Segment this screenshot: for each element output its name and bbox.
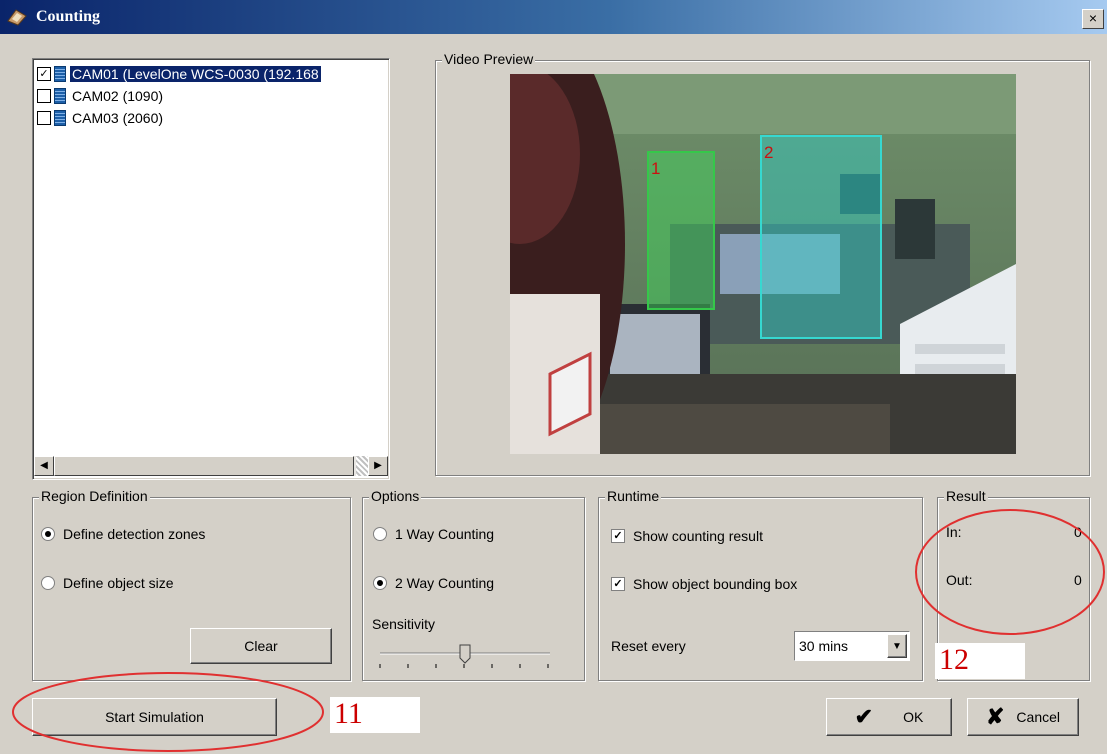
camera-icon [54, 88, 66, 104]
checkmark-icon: ✔ [854, 704, 874, 729]
zone-1-label: 1 [651, 159, 660, 178]
region-definition-group: Region Definition Define detection zones… [32, 488, 351, 681]
camera-item[interactable]: CAM03 (2060) [37, 108, 165, 128]
video-preview-label: Video Preview [442, 51, 536, 67]
scroll-left-button[interactable]: ◀ [34, 456, 54, 476]
two-way-counting-label: 2 Way Counting [395, 575, 495, 591]
clear-button[interactable]: Clear [190, 628, 332, 664]
slider-thumb[interactable] [459, 644, 471, 664]
camera-checkbox[interactable] [37, 111, 51, 125]
video-preview[interactable]: 1 2 [510, 74, 1016, 454]
options-label: Options [369, 488, 422, 504]
reset-interval-value: 30 mins [799, 638, 849, 654]
runtime-group: Runtime ✓ Show counting result ✓ Show ob… [598, 488, 923, 681]
title-bar [0, 0, 1107, 34]
radio-button[interactable] [373, 576, 387, 590]
camera-icon [54, 110, 66, 126]
checkbox[interactable]: ✓ [611, 529, 625, 543]
camera-label: CAM01 (LevelOne WCS-0030 (192.168 [70, 66, 321, 82]
scroll-track[interactable] [356, 456, 368, 476]
app-icon [7, 9, 27, 26]
cancel-x-icon: ✘ [985, 704, 1005, 729]
start-simulation-button[interactable]: Start Simulation [32, 698, 277, 736]
camera-checkbox[interactable]: ✓ [37, 67, 51, 81]
scroll-right-button[interactable]: ▶ [368, 456, 388, 476]
define-object-size-label: Define object size [63, 575, 174, 591]
annotation-number-12: 12 [935, 643, 1025, 679]
cancel-label: Cancel [1016, 709, 1061, 725]
radio-button[interactable] [41, 527, 55, 541]
ok-button[interactable]: ✔ OK [826, 698, 952, 736]
out-label: Out: [946, 572, 973, 588]
scroll-thumb[interactable] [54, 456, 354, 476]
define-zones-radio[interactable]: Define detection zones [41, 526, 205, 542]
cancel-button[interactable]: ✘ Cancel [967, 698, 1079, 736]
window-title: Counting [36, 8, 101, 25]
result-label: Result [944, 488, 988, 504]
region-definition-label: Region Definition [39, 488, 150, 504]
annotation-number-11: 11 [330, 697, 420, 733]
camera-list[interactable]: ✓ CAM01 (LevelOne WCS-0030 (192.168 CAM0… [32, 58, 390, 480]
video-frame: 1 2 [510, 74, 1016, 454]
camera-label: CAM03 (2060) [72, 110, 164, 126]
reset-interval-dropdown[interactable]: 30 mins ▼ [794, 631, 910, 661]
in-value: 0 [1074, 524, 1082, 540]
define-object-size-radio[interactable]: Define object size [41, 575, 174, 591]
show-counting-result-label: Show counting result [633, 528, 763, 544]
camera-item[interactable]: CAM02 (1090) [37, 86, 165, 106]
show-bounding-box-checkbox[interactable]: ✓ Show object bounding box [611, 576, 797, 592]
checkbox[interactable]: ✓ [611, 577, 625, 591]
runtime-label: Runtime [605, 488, 662, 504]
define-zones-label: Define detection zones [63, 526, 206, 542]
arrow-right-icon: ▶ [374, 460, 382, 471]
close-button[interactable]: × [1082, 9, 1104, 29]
show-bounding-box-label: Show object bounding box [633, 576, 798, 592]
reset-every-label: Reset every [611, 638, 686, 654]
zone-2-label: 2 [764, 143, 773, 162]
horizontal-scrollbar[interactable]: ◀ ▶ [34, 456, 388, 476]
camera-item[interactable]: ✓ CAM01 (LevelOne WCS-0030 (192.168 [37, 64, 321, 84]
one-way-counting-radio[interactable]: 1 Way Counting [373, 526, 494, 542]
camera-label: CAM02 (1090) [72, 88, 164, 104]
one-way-counting-label: 1 Way Counting [395, 526, 495, 542]
radio-button[interactable] [373, 527, 387, 541]
ok-label: OK [903, 709, 924, 725]
radio-button[interactable] [41, 576, 55, 590]
sensitivity-label: Sensitivity [372, 616, 436, 632]
two-way-counting-radio[interactable]: 2 Way Counting [373, 575, 494, 591]
camera-checkbox[interactable] [37, 89, 51, 103]
sensitivity-slider[interactable] [378, 644, 553, 668]
in-label: In: [946, 524, 962, 540]
dropdown-arrow-icon[interactable]: ▼ [887, 634, 907, 658]
options-group: Options 1 Way Counting 2 Way Counting Se… [362, 488, 585, 681]
out-value: 0 [1074, 572, 1082, 588]
close-icon: × [1088, 10, 1098, 26]
arrow-left-icon: ◀ [40, 460, 48, 471]
camera-icon [54, 66, 66, 82]
show-counting-result-checkbox[interactable]: ✓ Show counting result [611, 528, 763, 544]
